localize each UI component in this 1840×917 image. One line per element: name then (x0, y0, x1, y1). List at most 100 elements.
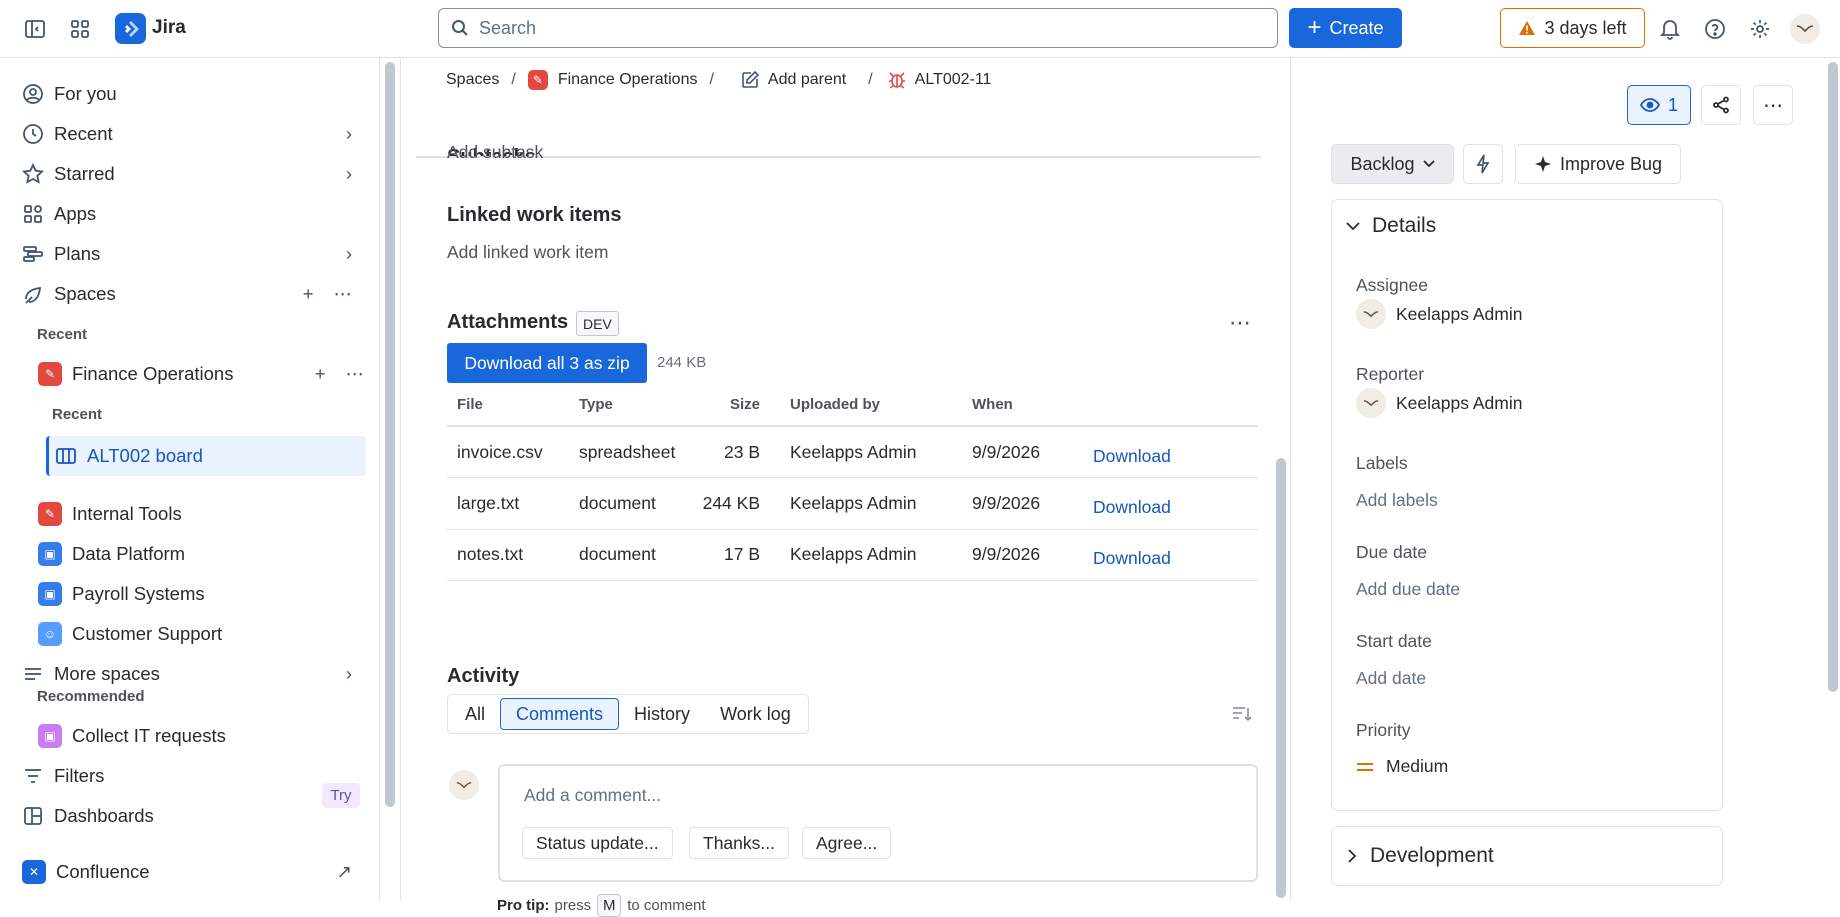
trial-button[interactable]: 3 days left (1500, 8, 1645, 48)
more-horizontal-icon[interactable]: ⋯ (346, 363, 365, 385)
add-linked-work-item-link[interactable]: Add linked work item (447, 242, 608, 263)
chevron-right-icon[interactable]: › (346, 243, 352, 265)
add-labels-field[interactable]: Add labels (1356, 490, 1438, 511)
sort-icon[interactable] (1231, 704, 1253, 724)
sidebar-item-spaces[interactable]: Spaces + ⋯ (22, 276, 362, 312)
app-name[interactable]: Jira (152, 17, 186, 39)
improve-bug-button[interactable]: Improve Bug (1515, 144, 1681, 184)
sidebar-space-finance-operations[interactable]: ✎ Finance Operations + ⋯ (38, 356, 365, 392)
labels-label: Labels (1356, 453, 1408, 473)
more-horizontal-icon: ⋯ (1763, 94, 1783, 117)
settings-gear-icon[interactable] (1745, 14, 1775, 44)
help-icon[interactable] (1700, 14, 1730, 44)
uploaded-by: Keelapps Admin (780, 529, 962, 581)
bug-icon (888, 72, 905, 89)
sidebar-item-label: Plans (54, 243, 101, 264)
notifications-bell-icon[interactable] (1655, 14, 1685, 44)
sidebar-item-recent[interactable]: Recent › (22, 116, 362, 152)
file-name[interactable]: large.txt (447, 477, 569, 530)
column-header-file[interactable]: File (447, 384, 569, 427)
quick-reply-agree[interactable]: Agree... (802, 827, 892, 859)
details-scrollbar[interactable] (1828, 62, 1838, 692)
assignee-field[interactable]: Keelapps Admin (1356, 299, 1522, 329)
more-actions-button[interactable]: ⋯ (1753, 85, 1793, 125)
plus-icon[interactable]: + (315, 363, 326, 385)
priority-label: Priority (1356, 720, 1411, 740)
sidebar-toggle-icon[interactable] (20, 14, 50, 44)
add-start-date-field[interactable]: Add date (1356, 668, 1426, 689)
file-size: 23 B (689, 426, 780, 478)
tab-work-log[interactable]: Work log (705, 698, 806, 730)
finance-space-icon: ✎ (527, 70, 548, 90)
details-toggle[interactable]: Details (1346, 214, 1436, 238)
file-name[interactable]: notes.txt (447, 529, 569, 581)
download-link[interactable]: Download (1093, 548, 1171, 568)
development-panel[interactable]: Development (1331, 826, 1723, 886)
quick-reply-status-update[interactable]: Status update... (522, 827, 673, 859)
sidebar-scrollbar[interactable] (385, 62, 395, 807)
priority-field[interactable]: Medium (1356, 756, 1448, 777)
sidebar-item-dashboards[interactable]: Dashboards (22, 798, 362, 834)
app-switcher-icon[interactable] (65, 14, 95, 44)
sidebar-item-label: For you (54, 83, 117, 104)
breadcrumb-issue-key[interactable]: ALT002-11 (915, 71, 992, 89)
main-scrollbar[interactable] (1276, 458, 1286, 898)
warning-icon (1519, 21, 1536, 35)
chevron-right-icon[interactable]: › (346, 163, 352, 185)
sidebar-item-board[interactable]: ALT002 board (46, 436, 366, 476)
assignee-avatar (1356, 299, 1386, 329)
tab-all[interactable]: All (450, 698, 500, 730)
plus-icon[interactable]: + (303, 283, 314, 305)
automation-button[interactable] (1463, 144, 1503, 184)
external-link-icon[interactable]: ↗ (336, 861, 352, 883)
column-header-type[interactable]: Type (569, 384, 689, 427)
sidebar-space-data-platform[interactable]: ▣ Data Platform (38, 536, 378, 572)
sidebar-item-apps[interactable]: Apps (22, 196, 362, 232)
column-header-uploaded-by[interactable]: Uploaded by (780, 384, 962, 427)
create-button[interactable]: + Create (1289, 8, 1402, 48)
tab-history[interactable]: History (619, 698, 705, 730)
sidebar-item-filters[interactable]: Filters (22, 758, 362, 794)
sidebar-item-starred[interactable]: Starred › (22, 156, 362, 192)
sidebar-item-more-spaces[interactable]: More spaces › (22, 656, 362, 692)
filter-icon (25, 769, 41, 783)
status-dropdown[interactable]: Backlog (1331, 144, 1454, 184)
quick-reply-thanks[interactable]: Thanks... (689, 827, 789, 859)
breadcrumb-project[interactable]: Finance Operations (558, 71, 698, 89)
add-due-date-field[interactable]: Add due date (1356, 579, 1460, 600)
sidebar-item-label: Customer Support (72, 623, 223, 644)
sidebar-space-customer-support[interactable]: ☺ Customer Support (38, 616, 378, 652)
download-link[interactable]: Download (1093, 497, 1171, 517)
details-header: Details (1372, 214, 1437, 237)
sidebar-item-label: Data Platform (72, 543, 186, 564)
chevron-right-icon[interactable]: › (346, 123, 352, 145)
sidebar-item-label: More spaces (54, 663, 160, 684)
add-subtask-link[interactable]: Add subtask (447, 142, 543, 163)
more-horizontal-icon[interactable]: ⋯ (1229, 310, 1252, 336)
download-link[interactable]: Download (1093, 446, 1171, 466)
sidebar-item-for-you[interactable]: For you (22, 76, 362, 112)
user-avatar[interactable] (1790, 14, 1820, 44)
breadcrumb-spaces[interactable]: Spaces (446, 71, 499, 89)
more-horizontal-icon[interactable]: ⋯ (334, 283, 353, 305)
sidebar-space-payroll-systems[interactable]: ▣ Payroll Systems (38, 576, 378, 612)
column-header-when[interactable]: When (962, 384, 1083, 427)
tab-comments[interactable]: Comments (500, 698, 620, 730)
share-button[interactable] (1701, 85, 1741, 125)
sidebar-item-confluence[interactable]: ✕ Confluence ↗ (22, 854, 362, 890)
reporter-field[interactable]: Keelapps Admin (1356, 388, 1522, 418)
jira-logo-icon[interactable] (115, 13, 146, 44)
breadcrumb-add-parent[interactable]: Add parent (768, 71, 846, 89)
comment-input[interactable]: Add a comment... Status update... Thanks… (498, 764, 1258, 882)
sidebar-item-collect-it-requests[interactable]: ▣ Collect IT requests (38, 718, 378, 754)
table-row: invoice.csv spreadsheet 23 B Keelapps Ad… (447, 426, 1258, 478)
development-toggle[interactable]: Development (1348, 844, 1494, 868)
download-all-zip-button[interactable]: Download all 3 as zip (447, 343, 647, 383)
file-name[interactable]: invoice.csv (447, 426, 569, 478)
sidebar-item-plans[interactable]: Plans › (22, 236, 362, 272)
watch-button[interactable]: 1 (1627, 85, 1691, 125)
sidebar-space-internal-tools[interactable]: ✎ Internal Tools (38, 496, 378, 532)
column-header-size[interactable]: Size (689, 384, 780, 427)
search-input[interactable]: Search (438, 8, 1278, 48)
chevron-right-icon[interactable]: › (346, 663, 352, 685)
